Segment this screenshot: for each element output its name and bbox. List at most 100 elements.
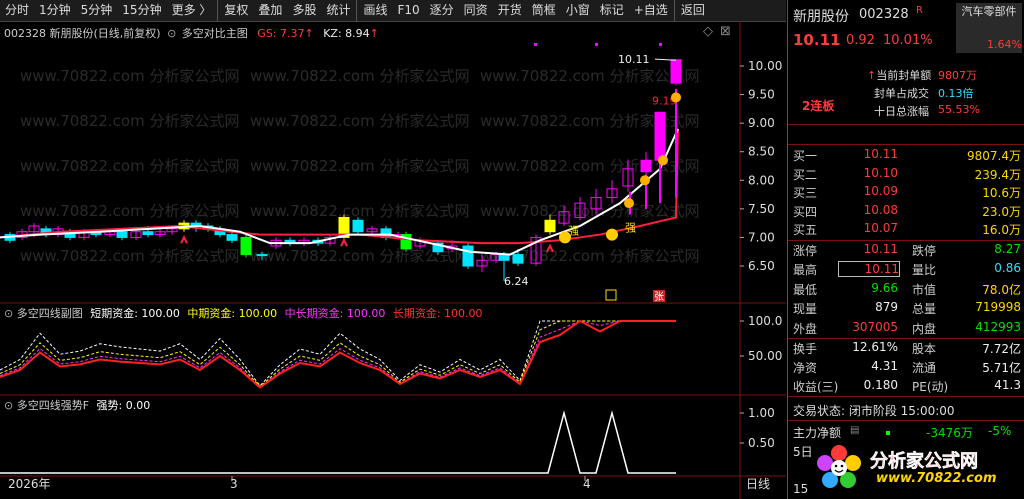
dropdown-icon[interactable]: ⊙ xyxy=(167,27,176,40)
price-tick-label: 6.50 xyxy=(748,259,775,273)
bid-row: 买二 10.10 239.4万 xyxy=(788,166,1024,184)
stat-row: 换手 12.61% 股本 7.72亿 xyxy=(788,340,1024,358)
multi-stock-button[interactable]: 多股 xyxy=(287,0,321,21)
stat-label: 流通 xyxy=(912,361,937,375)
bid-volume: 10.6万 xyxy=(982,186,1021,200)
sub2-title[interactable]: 多空四线强势F xyxy=(17,399,89,412)
sector-pct: 1.64% xyxy=(956,38,1022,53)
bid-price: 10.07 xyxy=(863,221,898,235)
bid-label: 买二 xyxy=(793,167,818,182)
list-icon[interactable]: ▤ xyxy=(850,425,859,436)
bid-label: 买三 xyxy=(793,186,818,200)
tab-fenshi[interactable]: 分时 xyxy=(0,0,34,21)
low-price-label: 6.24 xyxy=(504,275,529,288)
sub2-strength-line xyxy=(0,410,676,474)
more-menu[interactable]: 更多 〉 xyxy=(167,0,217,21)
price-tick-label: 8.50 xyxy=(748,145,775,159)
tongzi-button[interactable]: 同资 xyxy=(459,0,493,21)
candle-body xyxy=(498,254,510,261)
collapse-icon[interactable]: ⊠ xyxy=(720,24,731,39)
watermark: www.70822.com 分析家公式网 xyxy=(20,67,240,85)
flow-bar xyxy=(886,431,890,435)
sub2-header: ⊙ 多空四线强势F 强势: 0.00 xyxy=(4,397,150,413)
sub1-dot-icon[interactable]: ⊙ xyxy=(4,307,13,320)
strong-label: 强 xyxy=(625,222,636,235)
period-label: 日线 xyxy=(746,477,770,491)
sub2-dot-icon[interactable]: ⊙ xyxy=(4,399,13,412)
watermark: www.70822.com 分析家公式网 xyxy=(250,157,470,175)
watermark: www.70822.com 分析家公式网 xyxy=(250,67,470,85)
tab-1min[interactable]: 1分钟 xyxy=(34,0,76,21)
ten-value: 55.53% xyxy=(938,103,980,116)
ten-label: 十日总涨幅 xyxy=(874,105,929,118)
ratio-label: 封单占成交 xyxy=(874,87,929,100)
price-tick-label: 10.00 xyxy=(748,59,782,73)
tab-5min[interactable]: 5分钟 xyxy=(76,0,118,21)
stats-button[interactable]: 统计 xyxy=(321,0,355,21)
signal-dot xyxy=(534,43,537,46)
sub1-long-line xyxy=(0,319,676,389)
mark-button[interactable]: 标记 xyxy=(595,0,629,21)
f10-button[interactable]: F10 xyxy=(392,0,424,21)
toolbar-separator xyxy=(217,0,219,21)
stat-value: 0.86 xyxy=(994,261,1021,276)
stock-title: 002328 新朋股份(日线,前复权) xyxy=(4,27,161,40)
kz-arrow-icon: ↑ xyxy=(369,27,379,40)
fuquan-button[interactable]: 复权 xyxy=(219,0,253,21)
signal-box-icon xyxy=(605,289,617,301)
stat-row: 涨停 10.11 跌停 8.27 xyxy=(788,242,1024,260)
stat-label: 股本 xyxy=(912,342,937,356)
stat-value: 9.66 xyxy=(871,280,898,295)
stat-label: 量比 xyxy=(912,263,937,278)
diamond-icon[interactable]: ◇ xyxy=(703,24,713,39)
watermark: www.70822.com 分析家公式网 xyxy=(20,112,240,130)
bid-price: 10.11 xyxy=(863,147,898,161)
seal-value: 9807万 xyxy=(938,69,977,82)
sector-box[interactable]: 汽车零部件 xyxy=(956,3,1022,39)
sub1-title[interactable]: 多空四线副图 xyxy=(17,307,83,320)
back-button[interactable]: 返回 xyxy=(676,0,710,21)
stat-value: 7.72亿 xyxy=(982,342,1021,356)
stat-value: 8.27 xyxy=(994,242,1021,256)
stat-value: 412993 xyxy=(975,319,1021,334)
candle-body xyxy=(462,245,474,267)
sub1-tick-label: 100.0 xyxy=(748,314,782,328)
toolbar: 分时 1分钟 5分钟 15分钟 更多 〉复权 叠加 多股 统计 画线 F10 逐分 同资 开货 筒框 小窗标… xyxy=(0,0,786,22)
watermark: www.70822.com 分析家公式网 xyxy=(20,202,240,220)
stat-label: 总量 xyxy=(912,302,937,317)
sub2-strength: 强势: 0.00 xyxy=(96,399,151,412)
bid-row: 买四 10.08 23.0万 xyxy=(788,203,1024,221)
sub1-mid: 中期资金: 100.00 xyxy=(187,307,278,320)
tongkuang-button[interactable]: 筒框 xyxy=(527,0,561,21)
quote-panel: 新朋股份 002328 R 汽车零部件 1.64% 10.11 0.92 10.… xyxy=(787,0,1024,499)
sub2-tick-label: 1.00 xyxy=(748,406,775,420)
last-price: 10.11 xyxy=(793,31,841,49)
bid-volume: 9807.4万 xyxy=(967,149,1021,163)
kaihuo-button[interactable]: 开货 xyxy=(493,0,527,21)
overlay-button[interactable]: 叠加 xyxy=(253,0,287,21)
draw-line-button[interactable]: 画线 xyxy=(358,0,392,21)
kline-chart[interactable]: www.70822.com 分析家公式网 www.70822.com 分析家公式网… xyxy=(0,21,786,499)
stat-row: 收益(三) 0.180 PE(动) 41.3 xyxy=(788,378,1024,396)
stock-code: 002328 xyxy=(859,7,909,22)
up-arrow-icon xyxy=(340,237,348,247)
small-window-button[interactable]: 小窗 xyxy=(561,0,595,21)
candle-body xyxy=(226,234,238,241)
tab-15min[interactable]: 15分钟 xyxy=(117,0,166,21)
stat-label: 收益(三) xyxy=(793,380,839,394)
stat-row: 净资 4.31 流通 5.71亿 xyxy=(788,359,1024,377)
price-pct: 10.01% xyxy=(883,33,933,48)
zhufen-button[interactable]: 逐分 xyxy=(425,0,459,21)
indicator-name[interactable]: 多空对比主图 xyxy=(182,27,248,40)
divider xyxy=(788,338,1024,339)
watermark: www.70822.com 分析家公式网 xyxy=(250,202,470,220)
stat-label: 现量 xyxy=(793,302,818,317)
add-watchlist-button[interactable]: +自选 xyxy=(629,0,673,21)
sub1-midlong: 中长期资金: 100.00 xyxy=(284,307,386,320)
bid-row: 买三 10.09 10.6万 xyxy=(788,184,1024,202)
watermark: www.70822.com 分析家公式网 xyxy=(20,247,240,265)
candle-body xyxy=(240,236,252,256)
main-flow-pct: -5% xyxy=(988,424,1012,438)
stat-row: 最高 10.11 量比 0.86 xyxy=(788,261,1024,279)
stat-value: 4.31 xyxy=(871,359,898,373)
